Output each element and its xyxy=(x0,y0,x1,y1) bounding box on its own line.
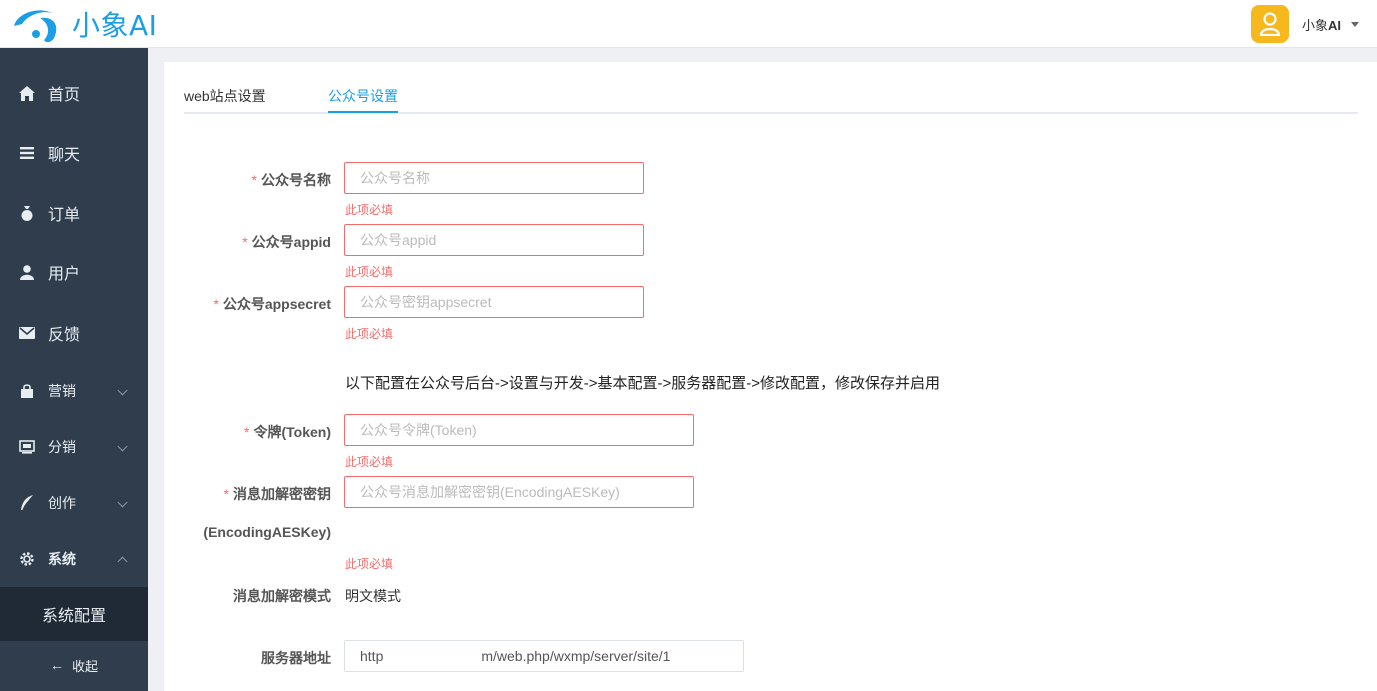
user-name-prefix: 小象 xyxy=(1301,17,1328,33)
appsecret-input[interactable]: 公众号密钥appsecret xyxy=(344,286,644,318)
appsecret-label-text: 公众号appsecret xyxy=(222,296,331,312)
menu-lines-icon xyxy=(18,144,36,162)
appid-label: * 公众号appid xyxy=(242,232,331,252)
required-star: * xyxy=(251,172,257,188)
mail-icon xyxy=(18,324,36,342)
user-avatar-icon xyxy=(1259,12,1281,36)
collapse-button[interactable]: ← 收起 xyxy=(0,645,148,685)
collapse-label: 收起 xyxy=(71,658,98,674)
required-star: * xyxy=(223,486,229,502)
top-header: 小象AI 小象AI xyxy=(0,0,1377,48)
app-logo[interactable]: 小象AI xyxy=(10,4,157,44)
sidebar-item-label: 首页 xyxy=(48,87,81,104)
tab-web-settings[interactable]: web站点设置 xyxy=(184,86,266,106)
sidebar-item-label: 分销 xyxy=(48,439,76,455)
name-input[interactable]: 公众号名称 xyxy=(344,162,644,194)
aes-key-input[interactable]: 公众号消息加解密密钥(EncodingAESKey) xyxy=(344,476,694,508)
token-input[interactable]: 公众号令牌(Token) xyxy=(344,414,694,446)
sidebar-item-label: 系统 xyxy=(48,551,76,567)
sidebar-subitem-system-config[interactable]: 系统配置 xyxy=(0,587,148,641)
home-icon xyxy=(18,84,36,102)
feather-icon xyxy=(18,494,36,512)
token-error: 此项必填 xyxy=(345,455,394,469)
name-label: * 公众号名称 xyxy=(252,170,331,190)
tab-bar: web站点设置 公众号设置 xyxy=(184,62,1358,114)
appid-input[interactable]: 公众号appid xyxy=(344,224,644,256)
user-name[interactable]: 小象AI xyxy=(1302,15,1341,34)
sidebar-item-label: 反馈 xyxy=(48,327,81,344)
logo-text: 小象AI xyxy=(72,9,158,42)
encryption-mode-value: 明文模式 xyxy=(345,588,401,604)
sidebar-item-orders[interactable]: 订单 xyxy=(0,185,148,241)
server-url-label: 服务器地址 xyxy=(261,650,331,666)
server-url-start: http xyxy=(360,648,384,664)
sidebar-item-distribution[interactable]: 分销 xyxy=(0,419,148,475)
server-url-end: m/web.php/wxmp/server/site/1 xyxy=(481,648,671,664)
sidebar-item-label: 用户 xyxy=(48,266,81,283)
chevron-down-icon xyxy=(117,385,128,396)
active-tab-indicator xyxy=(328,111,398,113)
chevron-up-icon xyxy=(117,556,128,567)
appsecret-error: 此项必填 xyxy=(345,327,394,341)
arrow-left-icon: ← xyxy=(49,657,64,673)
aes-key-label: * 消息加解密密钥 xyxy=(224,484,331,504)
sidebar-item-label: 营销 xyxy=(48,383,76,399)
token-label-text: 令牌(Token) xyxy=(253,424,331,440)
required-star: * xyxy=(213,296,219,312)
sidebar-item-label: 订单 xyxy=(48,207,81,224)
chevron-down-icon xyxy=(117,441,128,452)
required-star: * xyxy=(242,234,248,250)
sidebar-subitem-label: 系统配置 xyxy=(41,608,106,625)
aes-key-label-text: 消息加解密密钥 xyxy=(233,486,331,502)
money-bag-icon xyxy=(18,204,36,222)
avatar[interactable] xyxy=(1250,5,1289,43)
sidebar-item-label: 创作 xyxy=(48,495,76,511)
user-menu[interactable]: 小象AI xyxy=(1250,4,1359,44)
settings-card: web站点设置 公众号设置 * 公众号名称 公众号名称 此项必填 * 公众号appi… xyxy=(164,62,1377,691)
sidebar-item-create[interactable]: 创作 xyxy=(0,475,148,531)
aes-key-error: 此项必填 xyxy=(345,557,394,571)
sidebar-item-home[interactable]: 首页 xyxy=(0,65,148,121)
sidebar-item-feedback[interactable]: 反馈 xyxy=(0,305,148,361)
tab-wechat-settings[interactable]: 公众号设置 xyxy=(328,86,398,106)
user-name-suffix: AI xyxy=(1328,17,1341,33)
name-label-text: 公众号名称 xyxy=(261,172,331,188)
appid-error: 此项必填 xyxy=(345,265,394,279)
name-error: 此项必填 xyxy=(345,203,394,217)
encryption-mode-label: 消息加解密模式 xyxy=(233,588,331,604)
server-url-input[interactable]: http m/web.php/wxmp/server/site/1 xyxy=(344,640,744,672)
gear-icon xyxy=(18,550,36,568)
share-icon xyxy=(18,438,36,456)
aes-key-label-line2: (EncodingAESKey) xyxy=(203,524,331,540)
token-label: * 令牌(Token) xyxy=(244,422,331,442)
required-star: * xyxy=(244,424,250,440)
sidebar-item-label: 聊天 xyxy=(48,147,81,164)
chevron-down-icon xyxy=(117,497,128,508)
sidebar-item-users[interactable]: 用户 xyxy=(0,244,148,300)
sidebar-item-marketing[interactable]: 营销 xyxy=(0,363,148,419)
config-hint: 以下配置在公众号后台->设置与开发->基本配置->服务器配置->修改配置，修改保… xyxy=(345,375,941,392)
appid-label-text: 公众号appid xyxy=(251,234,331,250)
bag-icon xyxy=(18,382,36,400)
sidebar: 首页 聊天 订单 用户 反馈 营销 分销 创作 系统 系统配置 ← 收起 xyxy=(0,48,148,691)
caret-down-icon[interactable] xyxy=(1351,21,1359,27)
sidebar-item-system[interactable]: 系统 xyxy=(0,531,148,587)
user-icon xyxy=(18,263,36,281)
sidebar-item-chat[interactable]: 聊天 xyxy=(0,125,148,181)
logo-icon xyxy=(14,10,57,43)
appsecret-label: * 公众号appsecret xyxy=(213,294,331,314)
